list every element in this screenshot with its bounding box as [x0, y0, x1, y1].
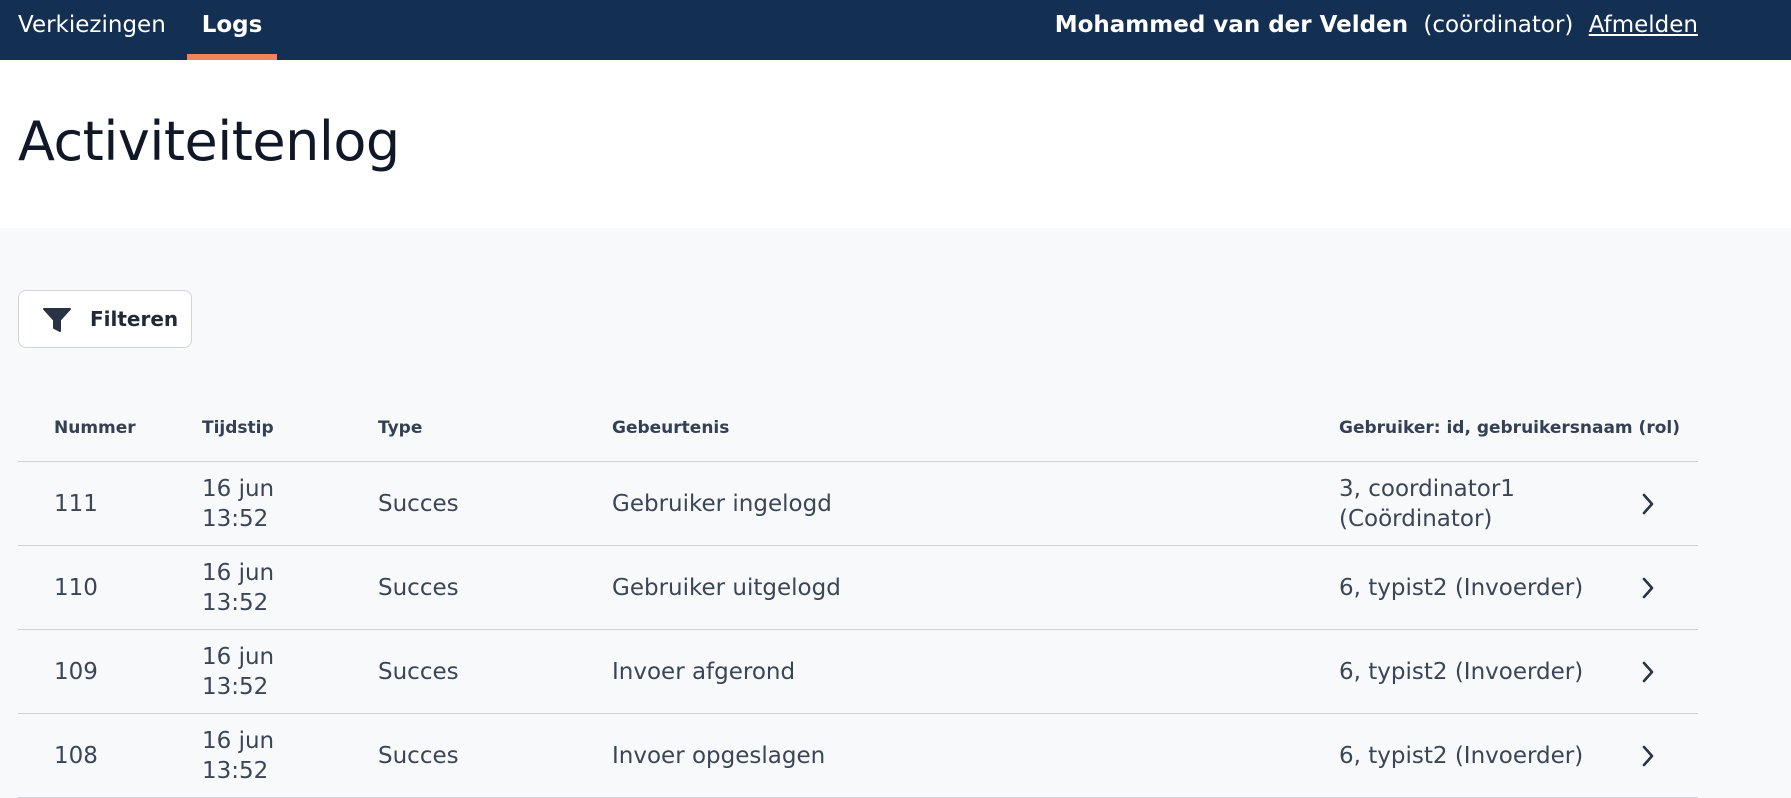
chevron-right-icon[interactable] — [1641, 744, 1655, 768]
column-header-user: Gebruiker: id, gebruikersnaam (rol) — [1339, 418, 1680, 438]
row-timestamp: 16 jun 13:52 — [202, 642, 274, 702]
row-time: 13:52 — [202, 758, 269, 784]
row-timestamp: 16 jun 13:52 — [202, 558, 274, 618]
row-timestamp: 16 jun 13:52 — [202, 474, 274, 534]
row-event: Gebruiker uitgelogd — [612, 575, 841, 601]
row-number: 108 — [54, 743, 98, 769]
column-header-time: Tijdstip — [202, 418, 274, 438]
user-info: Mohammed van der Velden (coördinator) Af… — [1055, 0, 1698, 60]
table-row[interactable]: 111 16 jun 13:52 Succes Gebruiker ingelog… — [18, 462, 1698, 546]
row-number: 110 — [54, 575, 98, 601]
page-header: Activiteitenlog — [0, 60, 1791, 228]
table-header-row: Nummer Tijdstip Type Gebeurtenis Gebruik… — [18, 396, 1698, 462]
row-timestamp: 16 jun 13:52 — [202, 726, 274, 786]
chevron-right-icon[interactable] — [1641, 492, 1655, 516]
nav-elections-link[interactable]: Verkiezingen — [18, 0, 166, 60]
row-number: 109 — [54, 659, 98, 685]
nav-logs-label: Logs — [201, 12, 263, 38]
top-navigation-bar: Verkiezingen Logs Mohammed van der Velde… — [0, 0, 1791, 60]
column-header-type: Type — [378, 418, 423, 438]
row-user-line2: (Coördinator) — [1339, 506, 1493, 532]
chevron-right-icon[interactable] — [1641, 576, 1655, 600]
row-date: 16 jun — [202, 644, 275, 670]
column-header-number: Nummer — [54, 418, 136, 438]
column-header-event: Gebeurtenis — [612, 418, 730, 438]
row-user: 6, typist2 (Invoerder) — [1339, 659, 1584, 685]
funnel-icon — [43, 308, 71, 332]
row-date: 16 jun — [202, 728, 275, 754]
table-row[interactable]: 110 16 jun 13:52 Succes Gebruiker uitgelo… — [18, 546, 1698, 630]
row-event: Invoer opgeslagen — [612, 743, 826, 769]
row-date: 16 jun — [202, 560, 275, 586]
row-type: Succes — [378, 491, 459, 517]
user-role: (coördinator) — [1423, 12, 1574, 38]
row-time: 13:52 — [202, 674, 269, 700]
row-date: 16 jun — [202, 476, 275, 502]
chevron-right-icon[interactable] — [1641, 660, 1655, 684]
row-user-line1: 3, coordinator1 — [1339, 476, 1515, 502]
table-row[interactable]: 109 16 jun 13:52 Succes Invoer afgerond 6… — [18, 630, 1698, 714]
nav-logs-link[interactable]: Logs — [187, 0, 277, 60]
table-row[interactable]: 108 16 jun 13:52 Succes Invoer opgeslagen… — [18, 714, 1698, 798]
row-user: 3, coordinator1 (Coördinator) — [1339, 474, 1515, 534]
logout-link[interactable]: Afmelden — [1589, 12, 1698, 38]
row-event: Invoer afgerond — [612, 659, 796, 685]
row-user: 6, typist2 (Invoerder) — [1339, 743, 1584, 769]
page-title: Activiteitenlog — [18, 110, 400, 173]
filter-button-label: Filteren — [90, 307, 179, 331]
row-time: 13:52 — [202, 590, 269, 616]
row-type: Succes — [378, 659, 459, 685]
row-number: 111 — [54, 491, 98, 517]
row-time: 13:52 — [202, 506, 269, 532]
activity-log-table: Nummer Tijdstip Type Gebeurtenis Gebruik… — [18, 396, 1698, 798]
row-type: Succes — [378, 743, 459, 769]
row-user: 6, typist2 (Invoerder) — [1339, 575, 1584, 601]
filter-button[interactable]: Filteren — [18, 290, 192, 348]
row-type: Succes — [378, 575, 459, 601]
row-event: Gebruiker ingelogd — [612, 491, 832, 517]
user-name: Mohammed van der Velden — [1054, 12, 1409, 38]
